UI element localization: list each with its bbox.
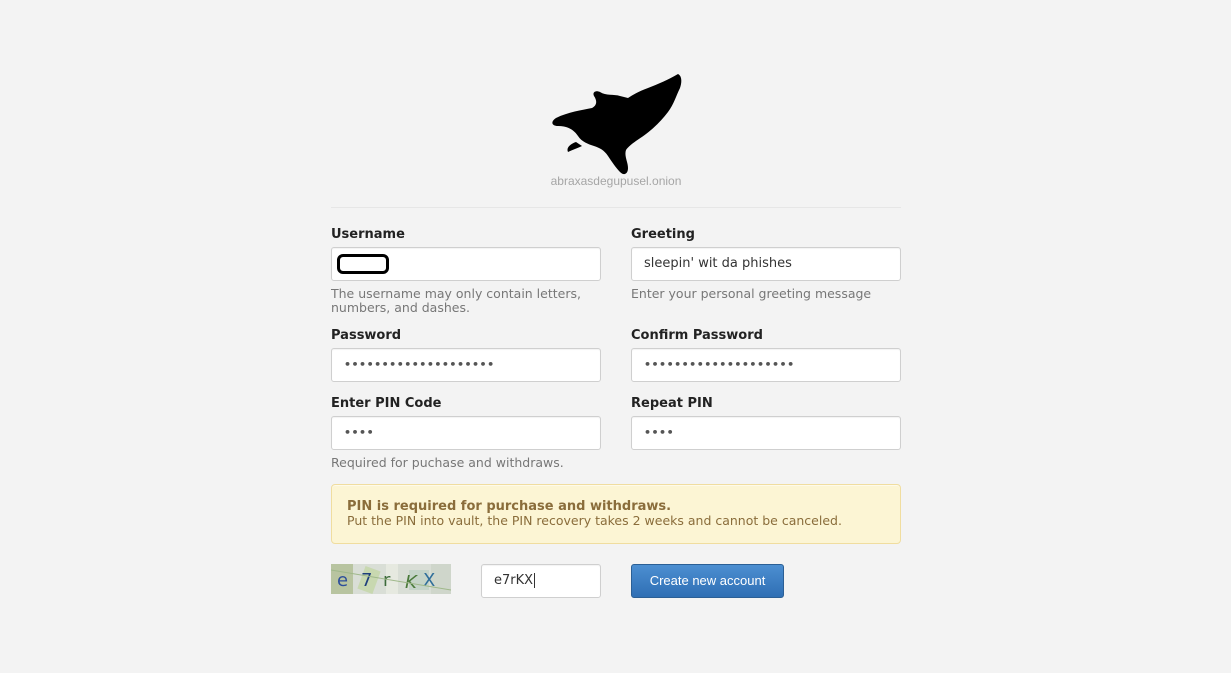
site-name: abraxasdegupusel.onion [550,174,682,188]
alert-title: PIN is required for purchase and withdra… [347,499,672,514]
greeting-input[interactable]: sleepin' wit da phishes [631,247,901,281]
username-input[interactable] [331,247,601,281]
redaction-mark [337,254,389,274]
create-account-button[interactable]: Create new account [631,564,784,598]
text-cursor [534,573,536,588]
captcha-image: e 7 r K X [331,564,451,594]
password-input[interactable]: •••••••••••••••••••• [331,348,601,382]
svg-text:7: 7 [361,570,372,591]
svg-text:r: r [383,570,391,591]
captcha-value: e7rKX [494,573,534,588]
pin-warning-alert: PIN is required for purchase and withdra… [331,484,901,544]
confirm-password-label: Confirm Password [631,328,763,343]
captcha-input[interactable]: e7rKX [481,564,601,598]
alert-body: Put the PIN into vault, the PIN recovery… [347,513,842,528]
svg-text:X: X [423,570,435,591]
repeat-pin-input[interactable]: •••• [631,416,901,450]
repeat-pin-label: Repeat PIN [631,396,713,411]
confirm-password-input[interactable]: •••••••••••••••••••• [631,348,901,382]
pin-input[interactable]: •••• [331,416,601,450]
greeting-label: Greeting [631,227,695,242]
username-label: Username [331,227,405,242]
svg-text:e: e [337,570,348,591]
pin-label: Enter PIN Code [331,396,442,411]
eagle-icon [552,74,682,175]
pin-help: Required for puchase and withdraws. [331,455,564,470]
password-label: Password [331,328,402,343]
header-divider [331,207,901,208]
username-help: The username may only contain letters, n… [331,286,581,315]
greeting-help: Enter your personal greeting message [631,286,872,301]
